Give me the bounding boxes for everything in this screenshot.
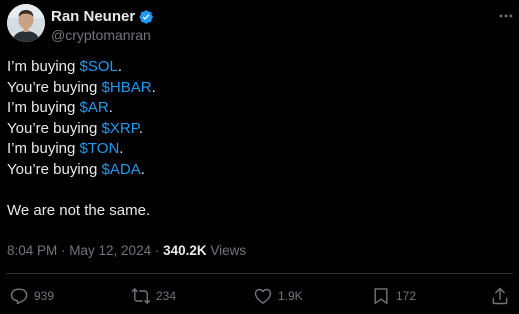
reply-button[interactable]: 939 <box>9 286 54 306</box>
views-count[interactable]: 340.2K <box>163 243 207 258</box>
repost-button[interactable]: 234 <box>131 286 176 306</box>
post-card: Ran Neuner @cryptomanran I’m buying $SOL… <box>0 0 519 314</box>
post-line: I’m buying $AR. <box>7 98 156 119</box>
verified-badge-icon <box>139 10 154 24</box>
line-text: You’re buying <box>7 160 102 178</box>
cashtag-link[interactable]: $ADA <box>102 161 141 178</box>
action-bar: 939 234 1.9K 172 <box>0 286 519 308</box>
line-punctuation: . <box>119 140 124 157</box>
post-line: I’m buying $SOL. <box>7 57 156 78</box>
line-punctuation: . <box>151 78 156 96</box>
like-button[interactable]: 1.9K <box>253 286 303 306</box>
reply-icon <box>10 288 28 305</box>
avatar[interactable] <box>7 4 45 42</box>
share-button[interactable] <box>490 286 510 306</box>
reply-count: 939 <box>34 289 55 303</box>
cashtag-link[interactable]: $TON <box>80 140 120 157</box>
post-line: You’re buying $HBAR. <box>7 78 156 99</box>
views-label: Views <box>206 243 247 258</box>
post-date[interactable]: May 12, 2024 <box>69 243 151 258</box>
bookmark-button[interactable]: 172 <box>371 286 416 306</box>
cashtag-link[interactable]: $SOL <box>80 58 118 75</box>
post-line: I’m buying $TON. <box>7 139 156 160</box>
heart-icon <box>254 288 272 304</box>
line-punctuation: . <box>138 119 143 137</box>
line-text: I’m buying <box>7 140 80 157</box>
post-line: You’re buying $XRP. <box>7 119 156 140</box>
post-text: I’m buying $SOL. You’re buying $HBAR. I’… <box>7 57 156 221</box>
repost-count: 234 <box>156 289 177 303</box>
meta-separator: · <box>57 243 70 258</box>
line-punctuation: . <box>108 99 113 116</box>
author-display-name[interactable]: Ran Neuner <box>51 9 135 25</box>
bookmark-count: 172 <box>396 289 417 303</box>
line-text: You’re buying <box>7 119 102 137</box>
line-text: I’m buying <box>7 99 80 116</box>
cashtag-link[interactable]: $XRP <box>102 120 139 137</box>
repost-icon <box>131 288 151 304</box>
divider <box>6 273 513 274</box>
like-count: 1.9K <box>278 289 303 303</box>
cashtag-link[interactable]: $HBAR <box>102 79 152 96</box>
cashtag-link[interactable]: $AR <box>80 99 109 116</box>
share-icon <box>492 287 508 305</box>
author-handle[interactable]: @cryptomanran <box>51 27 151 43</box>
line-text: I’m buying <box>7 58 80 75</box>
more-options-icon[interactable] <box>498 8 514 24</box>
meta-separator: · <box>151 243 164 258</box>
post-metadata: 8:04 PM · May 12, 2024 · 340.2K Views <box>7 243 246 259</box>
line-punctuation: . <box>140 160 145 178</box>
author-name-row[interactable]: Ran Neuner <box>51 9 154 25</box>
post-time[interactable]: 8:04 PM <box>7 243 57 258</box>
post-closing-line: We are not the same. <box>7 201 151 219</box>
line-punctuation: . <box>117 58 123 75</box>
bookmark-icon <box>374 288 388 305</box>
post-line: You’re buying $ADA. <box>7 160 156 181</box>
line-text: You’re buying <box>7 78 102 96</box>
avatar-photo <box>7 4 45 42</box>
